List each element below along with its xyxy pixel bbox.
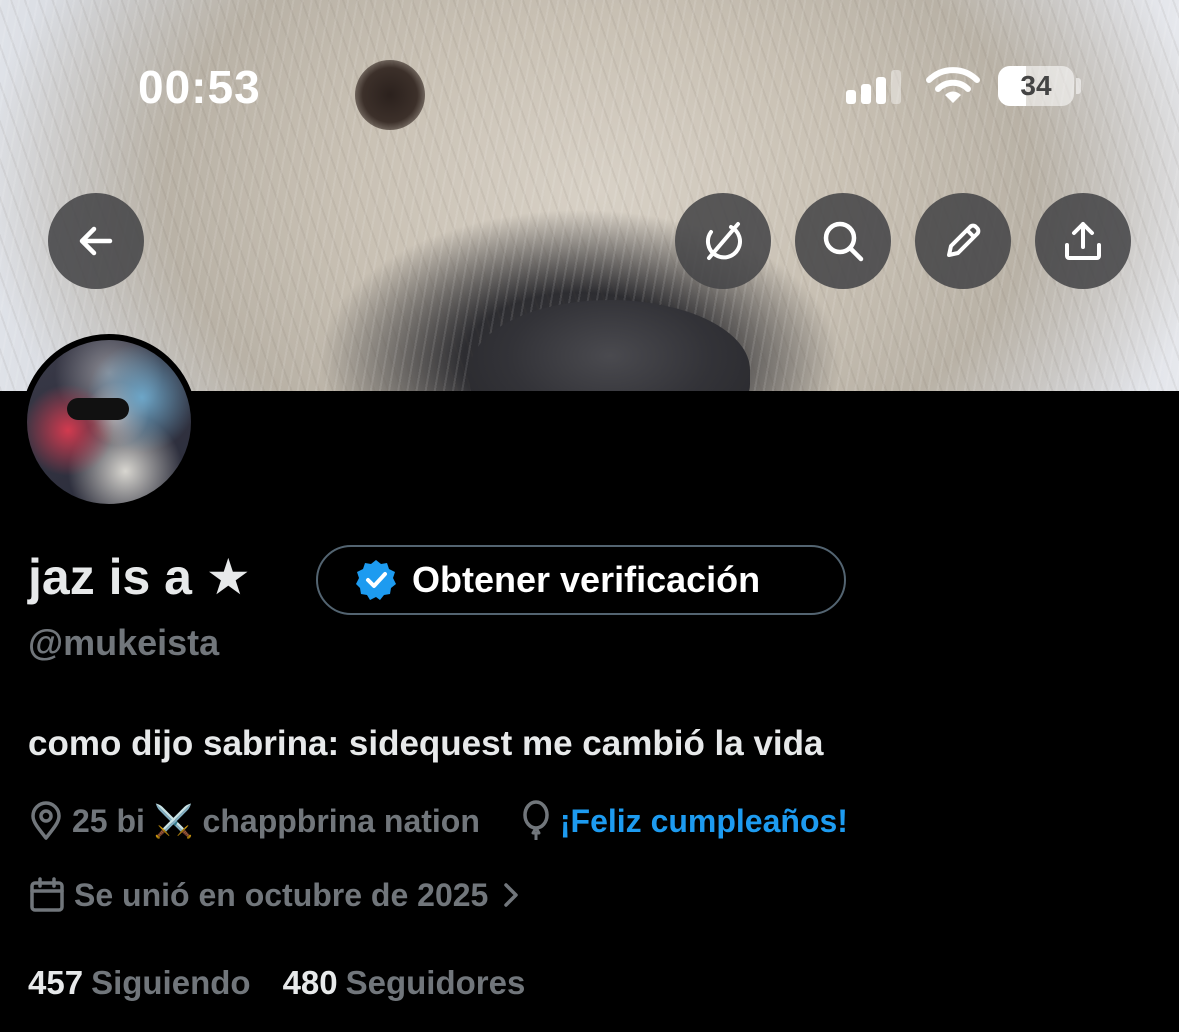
following-label: Siguiendo	[91, 964, 251, 1001]
display-name: jaz is a ★	[28, 549, 251, 605]
verified-badge-icon	[356, 560, 396, 600]
avatar[interactable]	[21, 334, 197, 510]
profile-banner[interactable]	[0, 0, 1179, 391]
grok-icon	[705, 222, 742, 260]
calendar-icon	[28, 876, 66, 914]
pencil-icon	[947, 223, 981, 257]
avatar-sunglasses	[67, 398, 129, 420]
following-count: 457	[28, 964, 84, 1001]
following-link[interactable]: 457 Siguiendo	[28, 964, 251, 1002]
location-pin-icon	[28, 801, 64, 841]
birthday-link[interactable]: ¡Feliz cumpleaños!	[560, 803, 848, 840]
grok-button[interactable]	[675, 193, 771, 289]
search-button[interactable]	[795, 193, 891, 289]
back-button[interactable]	[48, 193, 144, 289]
profile-meta-row: 25 bi ⚔️ chappbrina nation ¡Feliz cumple…	[28, 800, 848, 842]
location-text: 25 bi ⚔️ chappbrina nation	[72, 803, 480, 839]
followers-link[interactable]: 480 Seguidores	[283, 964, 526, 1002]
balloon-icon	[520, 800, 552, 842]
wifi-icon	[926, 67, 980, 103]
bio: como dijo sabrina: sidequest me cambió l…	[28, 724, 824, 763]
arrow-left-icon	[79, 226, 113, 256]
share-icon	[1065, 222, 1101, 260]
battery-icon: 34	[998, 66, 1074, 106]
status-time: 00:53	[138, 61, 261, 113]
cellular-signal-icon	[846, 70, 906, 104]
banner-dog-eye	[355, 60, 425, 130]
joined-date-text: Se unió en octubre de 2025	[74, 876, 489, 913]
get-verification-button[interactable]: Obtener verificación	[316, 545, 846, 615]
joined-row[interactable]: Se unió en octubre de 2025	[28, 876, 520, 914]
followers-count: 480	[282, 964, 338, 1001]
chevron-right-icon	[502, 881, 520, 909]
search-icon	[823, 221, 864, 262]
get-verification-label: Obtener verificación	[412, 559, 761, 600]
user-handle: @mukeista	[28, 622, 220, 663]
follow-stats: 457 Siguiendo 480 Seguidores	[28, 964, 525, 1002]
share-button[interactable]	[1035, 193, 1131, 289]
battery-level: 34	[1020, 70, 1052, 101]
edit-profile-button[interactable]	[915, 193, 1011, 289]
followers-label: Seguidores	[345, 964, 526, 1001]
battery-cap	[1076, 78, 1081, 94]
